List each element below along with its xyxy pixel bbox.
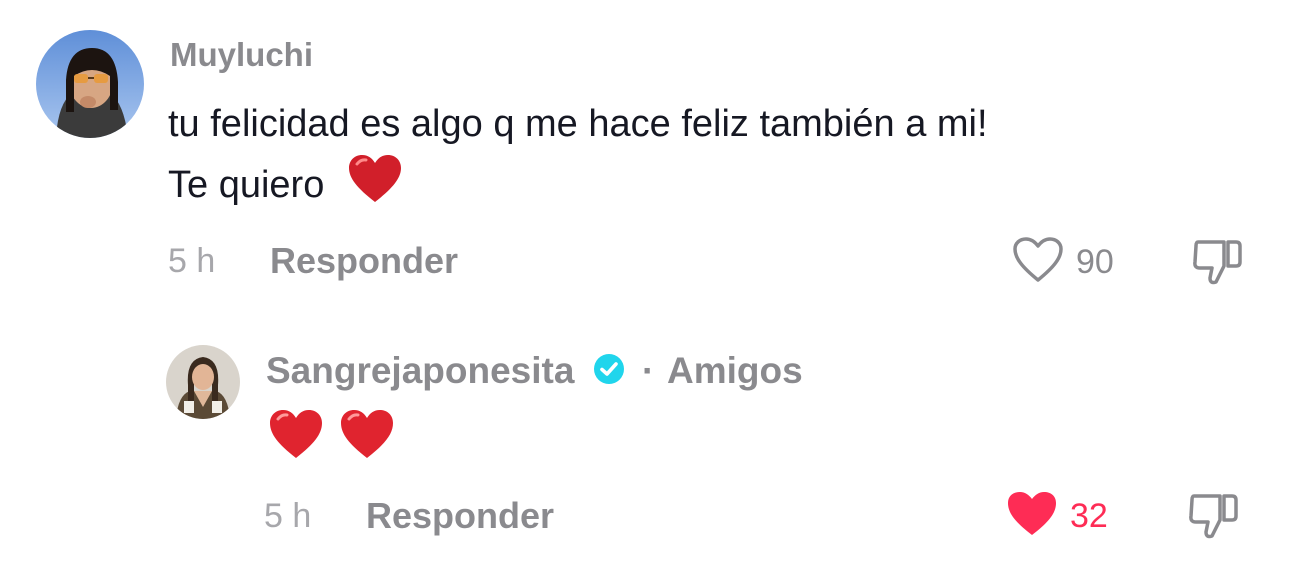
reply-dislike-button[interactable] bbox=[1186, 490, 1240, 547]
reply-username-row: Sangrejaponesita bbox=[266, 350, 625, 394]
reply-avatar-image bbox=[166, 345, 240, 419]
reply-button[interactable]: Responder bbox=[270, 240, 458, 282]
comment-time: 5 h bbox=[168, 242, 216, 280]
heart-filled-icon bbox=[1006, 490, 1058, 543]
like-button[interactable]: 90 bbox=[1012, 236, 1114, 289]
avatar[interactable] bbox=[36, 30, 144, 138]
comment-text-line1: tu felicidad es algo q me hace feliz tam… bbox=[168, 103, 988, 145]
thumbs-down-icon bbox=[1186, 494, 1240, 546]
relation-label: Amigos bbox=[667, 350, 803, 391]
avatar-image bbox=[36, 30, 144, 138]
like-count: 90 bbox=[1076, 243, 1114, 281]
reply-like-count: 32 bbox=[1070, 497, 1108, 535]
comment-text-line2: Te quiero bbox=[168, 154, 403, 220]
red-heart-emoji bbox=[268, 408, 324, 476]
thumbs-down-icon bbox=[1190, 240, 1244, 292]
comment-text-line2-label: Te quiero bbox=[168, 164, 325, 207]
dislike-button[interactable] bbox=[1190, 236, 1244, 293]
reply-like-button[interactable]: 32 bbox=[1006, 490, 1108, 543]
verified-badge-icon bbox=[593, 352, 625, 394]
comment-username[interactable]: Muyluchi bbox=[170, 36, 313, 74]
red-heart-emoji bbox=[347, 154, 403, 220]
comment-thread: Muyluchi tu felicidad es algo q me hace … bbox=[0, 0, 1290, 574]
reply-avatar[interactable] bbox=[166, 345, 240, 419]
reply-time: 5 h bbox=[264, 497, 312, 535]
red-heart-emoji bbox=[339, 408, 395, 476]
reply-reply-button[interactable]: Responder bbox=[366, 495, 554, 537]
reply-text bbox=[268, 408, 395, 476]
heart-outline-icon bbox=[1012, 236, 1064, 289]
relation-separator: · bbox=[642, 350, 655, 391]
reply-username[interactable]: Sangrejaponesita bbox=[266, 350, 574, 391]
